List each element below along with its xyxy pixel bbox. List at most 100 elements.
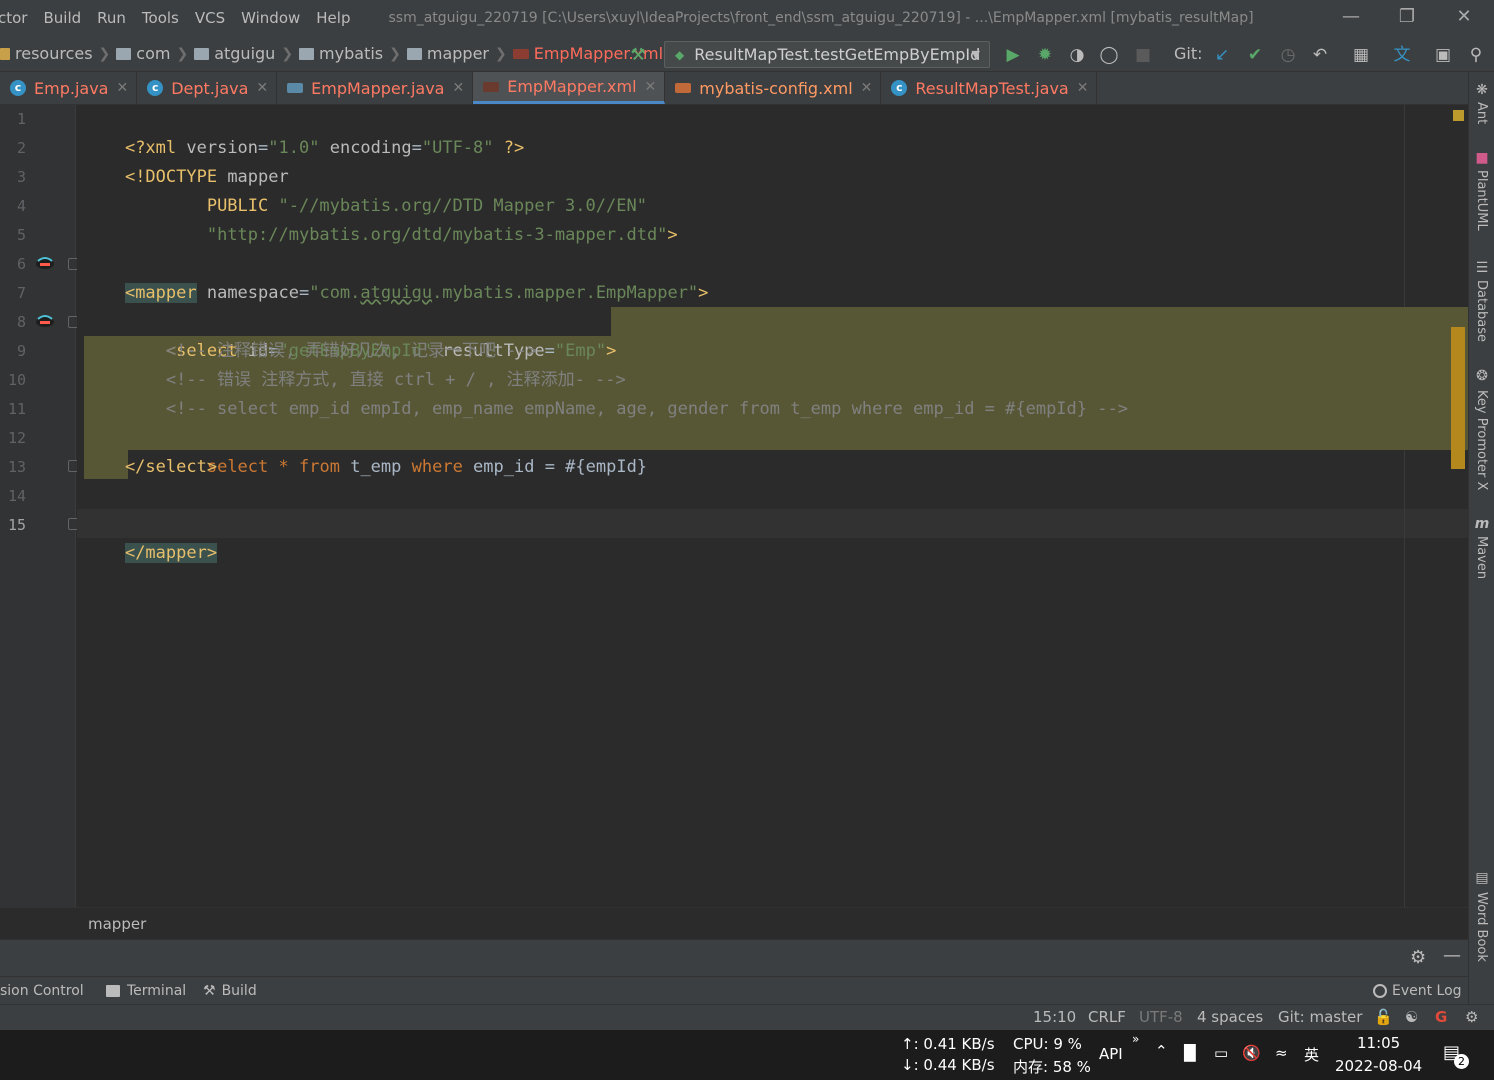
rollback-icon[interactable]: ↶ [1310, 45, 1330, 65]
selection-highlight [611, 307, 1468, 336]
selection-scroll-marker[interactable] [1451, 327, 1465, 469]
tool-build[interactable]: ⚒ Build [203, 983, 257, 999]
tool-terminal[interactable]: Terminal [106, 983, 186, 999]
code-editor[interactable]: <?xml version="1.0" encoding="UTF-8" ?> … [77, 105, 1468, 907]
editor-breadcrumb-bar: mapper [0, 907, 1468, 939]
google-icon[interactable]: G [1435, 1008, 1447, 1026]
tab-resultmaptest-java[interactable]: c ResultMapTest.java ✕ [881, 72, 1098, 104]
tool-plantuml[interactable]: PlantUML [1474, 170, 1489, 231]
menu-window[interactable]: Window [241, 9, 300, 27]
git-update-icon[interactable]: ↙ [1212, 45, 1232, 65]
minimize-panel-icon[interactable]: — [1443, 945, 1461, 966]
file-encoding[interactable]: UTF-8 [1139, 1008, 1183, 1026]
stop-icon[interactable]: ■ [1133, 45, 1153, 65]
tab-dept-java[interactable]: c Dept.java ✕ [137, 72, 278, 104]
debug-icon[interactable]: ✹ [1035, 45, 1055, 65]
code-line-4: "http://mybatis.org/dtd/mybatis-3-mapper… [84, 192, 678, 245]
line-number: 9 [16, 342, 26, 360]
code-line-3: PUBLIC "-//mybatis.org//DTD Mapper 3.0//… [84, 163, 647, 216]
code-token: "UTF-8" [421, 138, 494, 158]
menu-run[interactable]: Run [97, 9, 126, 27]
run-config-select[interactable]: ◆ ResultMapTest.testGetEmpByEmpId ▼ [664, 41, 990, 68]
key-promoter-icon: ❂ [1476, 368, 1488, 384]
tool-maven[interactable]: Maven [1474, 536, 1489, 579]
volume-muted-icon[interactable]: 🔇 [1242, 1044, 1261, 1062]
close-icon[interactable]: ✕ [452, 80, 464, 96]
api-label[interactable]: API [1099, 1045, 1123, 1063]
menu-vcs[interactable]: VCS [195, 9, 225, 27]
wifi-icon[interactable]: ≈ [1275, 1044, 1288, 1062]
mybatis-navigate-icon[interactable] [34, 255, 56, 271]
breadcrumb-atguigu[interactable]: atguigu ❯ [194, 44, 299, 63]
editor-breadcrumb-mapper[interactable]: mapper [88, 915, 146, 933]
translate-icon[interactable]: 文 [1392, 45, 1412, 65]
line-number: 5 [16, 226, 26, 244]
gear-icon[interactable]: ⚙ [1410, 947, 1426, 968]
git-branch[interactable]: Git: master [1278, 1008, 1362, 1026]
lock-icon[interactable]: 🔓 [1374, 1008, 1393, 1026]
line-number: 12 [7, 429, 26, 447]
restore-icon[interactable]: ❐ [1396, 6, 1418, 28]
app-pinned-icon[interactable]: █ [1184, 1044, 1196, 1062]
line-number: 14 [7, 487, 26, 505]
tab-emp-java[interactable]: c Emp.java ✕ [0, 72, 138, 104]
close-icon[interactable]: ✕ [256, 80, 268, 96]
menu-tools[interactable]: Tools [142, 9, 179, 27]
battery-icon[interactable]: ▭ [1214, 1044, 1228, 1062]
settings-icon[interactable]: ⚙ [1465, 1008, 1478, 1026]
inspector-icon[interactable]: ☯ [1405, 1008, 1418, 1026]
close-icon[interactable]: ✕ [861, 80, 873, 96]
tool-key-promoter[interactable]: Key Promoter X [1474, 390, 1489, 490]
tool-ant[interactable]: Ant [1474, 102, 1489, 124]
breadcrumb-resources[interactable]: resources ❯ [0, 44, 116, 63]
breadcrumb-mybatis[interactable]: mybatis ❯ [299, 44, 407, 63]
presentation-icon[interactable]: ▣ [1433, 45, 1453, 65]
line-separator[interactable]: CRLF [1088, 1008, 1126, 1026]
warning-marker[interactable] [1453, 110, 1464, 121]
editor-tabs: c Emp.java ✕ c Dept.java ✕ EmpMapper.jav… [0, 72, 1468, 105]
git-commit-icon[interactable]: ✔ [1245, 45, 1265, 65]
coverage-icon[interactable]: ◑ [1067, 45, 1087, 65]
breadcrumb-label: mapper [426, 44, 489, 63]
mybatis-icon [483, 81, 500, 92]
close-icon[interactable]: ✕ [645, 79, 657, 95]
code-token: namespace [196, 283, 299, 303]
close-icon[interactable]: ✕ [116, 80, 128, 96]
tool-event-log[interactable]: Event Log [1373, 983, 1462, 999]
chevron-down-icon: ▼ [971, 48, 980, 61]
git-history-icon[interactable]: ◷ [1278, 45, 1298, 65]
tab-empmapper-java[interactable]: EmpMapper.java ✕ [277, 72, 474, 104]
chevron-up-icon[interactable]: ⌃ [1155, 1042, 1168, 1060]
expand-icon[interactable]: » [1132, 1032, 1139, 1046]
clock-time[interactable]: 11:05 [1357, 1034, 1400, 1052]
clock-date[interactable]: 2022-08-04 [1335, 1057, 1422, 1075]
code-line-1: <?xml version="1.0" encoding="UTF-8" ?> [84, 105, 524, 158]
minimize-icon[interactable]: — [1340, 6, 1362, 28]
profile-icon[interactable]: ◯ [1099, 45, 1119, 65]
menu-refactor[interactable]: ctor [0, 9, 27, 27]
tool-word-book[interactable]: Word Book [1474, 892, 1489, 962]
run-icon[interactable]: ▶ [1003, 45, 1023, 65]
project-structure-icon[interactable]: ▦ [1351, 45, 1371, 65]
code-line-2: <!DOCTYPE mapper [84, 134, 289, 187]
breadcrumb-mapper[interactable]: mapper ❯ [406, 44, 513, 63]
menu-help[interactable]: Help [316, 9, 350, 27]
code-line-9: <!-- 注释错误, 弄错好几次, 记录一下吧 --> [84, 341, 537, 361]
tab-mybatis-config-xml[interactable]: mybatis-config.xml ✕ [665, 72, 882, 104]
tab-empmapper-xml[interactable]: EmpMapper.xml ✕ [473, 72, 666, 104]
close-icon[interactable]: ✕ [1453, 6, 1475, 28]
ime-indicator[interactable]: 英 [1304, 1044, 1319, 1065]
tool-version-control[interactable]: sion Control [0, 983, 84, 999]
menu-build[interactable]: Build [43, 9, 81, 27]
tool-database[interactable]: Database [1474, 280, 1489, 342]
search-icon[interactable]: ⚲ [1466, 45, 1486, 65]
mybatis-navigate-icon[interactable] [34, 313, 56, 329]
breadcrumb-com[interactable]: com ❯ [116, 44, 194, 63]
code-line-15: </mapper> [84, 510, 218, 563]
code-token: > [667, 225, 678, 245]
build-hammer-icon[interactable]: ⚒ [628, 45, 648, 65]
indent-setting[interactable]: 4 spaces [1197, 1008, 1263, 1026]
caret-position[interactable]: 15:10 [1033, 1008, 1076, 1026]
close-icon[interactable]: ✕ [1077, 80, 1089, 96]
